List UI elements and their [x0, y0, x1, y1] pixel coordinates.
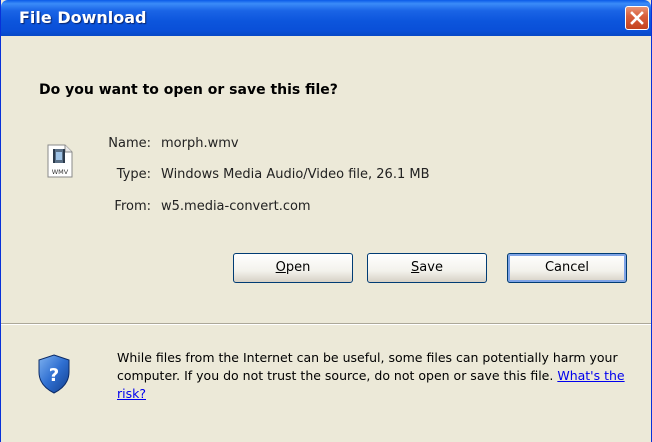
save-button-label: Save — [411, 260, 443, 275]
security-warning: While files from the Internet can be use… — [117, 349, 637, 403]
cancel-button-label: Cancel — [544, 260, 590, 275]
download-question: Do you want to open or save this file? — [39, 82, 338, 98]
warning-text: While files from the Internet can be use… — [117, 350, 618, 383]
open-button[interactable]: Open — [233, 253, 353, 283]
from-value: w5.media-convert.com — [161, 199, 311, 214]
close-button[interactable] — [625, 6, 649, 30]
title-bar[interactable]: File Download — [1, 0, 651, 36]
open-button-label: Open — [275, 260, 311, 275]
name-value: morph.wmv — [161, 136, 239, 151]
file-icon-caption: WMV — [52, 168, 69, 176]
close-icon — [630, 11, 644, 25]
svg-text:?: ? — [49, 365, 59, 386]
save-button[interactable]: Save — [367, 253, 487, 283]
type-label: Type: — [116, 167, 151, 182]
section-divider — [1, 323, 651, 325]
name-label: Name: — [108, 136, 151, 151]
file-download-dialog: File Download Do you want to open or sav… — [0, 0, 652, 442]
shield-question-icon: ? — [37, 354, 71, 398]
type-value: Windows Media Audio/Video file, 26.1 MB — [161, 167, 430, 182]
wmv-file-icon: WMV — [47, 144, 73, 182]
cancel-button[interactable]: Cancel — [507, 253, 627, 283]
window-title: File Download — [19, 8, 147, 27]
from-label: From: — [114, 199, 151, 214]
